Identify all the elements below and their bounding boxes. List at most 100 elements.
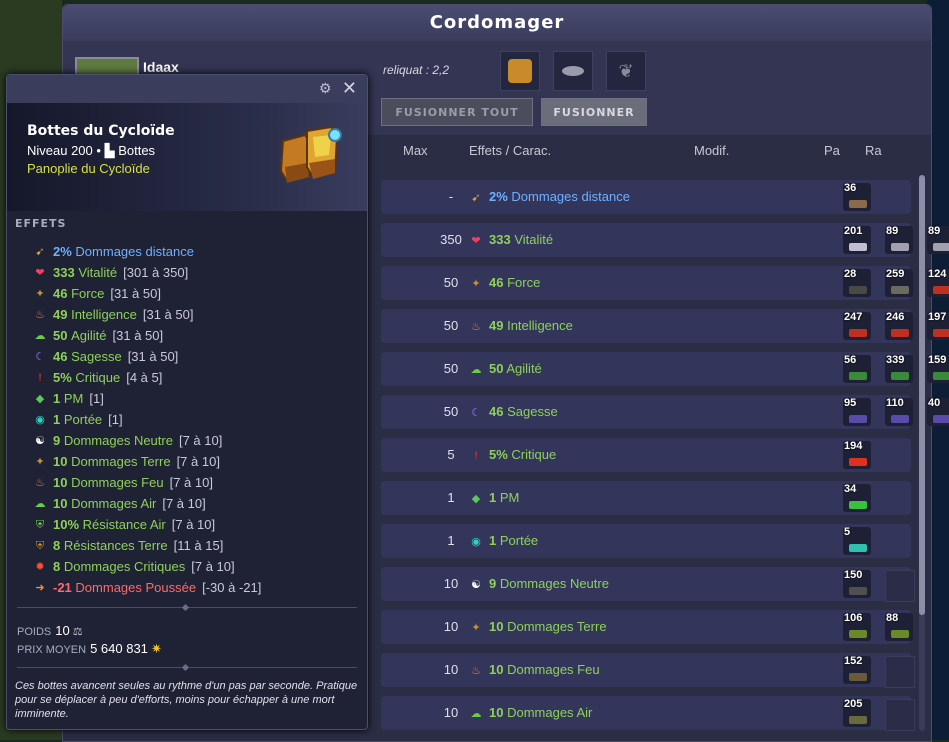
- rune-button[interactable]: 40: [927, 397, 949, 426]
- effect-value: 9: [489, 576, 497, 591]
- effect-label: Résistances Terre: [63, 538, 168, 553]
- rune-icon: [891, 243, 909, 251]
- rune-count: 34: [844, 483, 857, 495]
- rune-icon: [849, 415, 867, 423]
- item-slot[interactable]: [500, 51, 540, 91]
- effect-value: 1: [489, 533, 497, 548]
- wisdom-icon: ☾: [35, 350, 45, 363]
- rune-count: 247: [844, 311, 863, 323]
- rune-icon: [891, 286, 909, 294]
- earth-resist-icon: ⛨: [35, 539, 45, 552]
- close-icon[interactable]: ✕: [342, 79, 357, 97]
- rune-button[interactable]: 259: [885, 268, 913, 297]
- rune-button[interactable]: 194: [843, 440, 871, 469]
- effect-cell: ☁ 10 Dommages Air: [469, 705, 593, 721]
- tooltip-header: Bottes du Cycloïde Niveau 200 • ▙ Bottes…: [7, 103, 367, 211]
- critical-icon: !: [38, 371, 42, 384]
- table-row[interactable]: 5! 5% Critique 194: [381, 438, 911, 472]
- rune-button[interactable]: 124: [927, 268, 949, 297]
- table-row[interactable]: - ➹ 2% Dommages distance 36: [381, 180, 911, 214]
- gear-icon[interactable]: ⚙: [319, 81, 333, 95]
- table-row[interactable]: 1 ◆ 1 PM 34: [381, 481, 911, 515]
- potion-slot[interactable]: ❦: [606, 51, 646, 91]
- table-row[interactable]: 10 ☯ 9 Dommages Neutre 150: [381, 567, 915, 602]
- scroll-thumb[interactable]: [919, 175, 925, 615]
- effect-cell: ❤ 333 Vitalité: [469, 232, 553, 248]
- rune-button[interactable]: 89: [885, 225, 913, 254]
- rune-button[interactable]: 247: [843, 311, 871, 340]
- item-set-link[interactable]: Panoplie du Cycloïde: [27, 161, 150, 176]
- effect-value: 1: [53, 412, 61, 427]
- effect-value: 5%: [489, 447, 508, 462]
- table-row[interactable]: 50 ✦ 46 Force 28 259 124: [381, 266, 949, 300]
- fuse-all-button[interactable]: FUSIONNER TOUT: [381, 98, 533, 126]
- rune-count: 36: [844, 182, 857, 194]
- rune-button[interactable]: 197: [927, 311, 949, 340]
- item-name: Bottes du Cycloïde: [27, 123, 175, 139]
- rune-empty-slot: [885, 570, 915, 602]
- effect-value: 50: [489, 361, 504, 376]
- rune-icon: [891, 329, 909, 337]
- rune-button[interactable]: 339: [885, 354, 913, 383]
- effect-cell: ✦ 46 Force: [469, 275, 540, 291]
- air-icon: ☁: [470, 364, 482, 376]
- bow-icon: ➹: [471, 192, 481, 204]
- rune-button[interactable]: 106: [843, 612, 871, 641]
- scrollbar[interactable]: [919, 175, 925, 731]
- divider: [17, 667, 357, 668]
- rune-icon: [891, 630, 909, 638]
- rune-button[interactable]: 28: [843, 268, 871, 297]
- table-row[interactable]: 1 ◉ 1 Portée 5: [381, 524, 911, 558]
- table-row[interactable]: 10 ✦ 10 Dommages Terre 106 88: [381, 610, 913, 644]
- table-row[interactable]: 10 ☁ 10 Dommages Air 205: [381, 696, 915, 731]
- rune-button[interactable]: 36: [843, 182, 871, 211]
- rune-button[interactable]: 150: [843, 569, 871, 598]
- effect-range: [7 à 10]: [176, 454, 220, 469]
- table-row[interactable]: 50 ☾ 46 Sagesse 95 110 40: [381, 395, 949, 429]
- rune-button[interactable]: 5: [843, 526, 871, 555]
- rune-button[interactable]: 95: [843, 397, 871, 426]
- column-pa: Pa: [824, 143, 840, 158]
- rune-button[interactable]: 201: [843, 225, 871, 254]
- tooltip-effect: ☯ 9 Dommages Neutre [7 à 10]: [33, 430, 261, 451]
- rune-button[interactable]: 34: [843, 483, 871, 512]
- table-row[interactable]: 10 ♨ 10 Dommages Feu 152: [381, 653, 915, 688]
- rune-button[interactable]: 56: [843, 354, 871, 383]
- rune-icon: [849, 544, 867, 552]
- rune-button[interactable]: 88: [885, 612, 913, 641]
- rune-icon: [849, 673, 867, 681]
- tooltip-effect: ⛨ 10% Résistance Air [7 à 10]: [33, 514, 261, 535]
- rune-button[interactable]: 205: [843, 698, 871, 727]
- crit-damage-icon: ✹: [35, 560, 45, 573]
- effect-label: Sagesse: [71, 349, 122, 364]
- effect-range: [31 à 50]: [110, 286, 161, 301]
- effect-label: Force: [71, 286, 105, 301]
- tooltip-effect: ⛨ 8 Résistances Terre [11 à 15]: [33, 535, 261, 556]
- rune-button[interactable]: 246: [885, 311, 913, 340]
- rune-button[interactable]: 110: [885, 397, 913, 426]
- effect-range: [1]: [108, 412, 123, 427]
- effect-value: 9: [53, 433, 61, 448]
- earth-icon: ✦: [35, 287, 45, 300]
- price-label: PRIX MOYEN: [17, 644, 87, 656]
- effect-range: [31 à 50]: [112, 328, 164, 343]
- weight-icon: ⚖: [72, 626, 83, 638]
- heart-icon: ❤: [471, 235, 481, 247]
- effect-cell: ✦ 10 Dommages Terre: [469, 619, 606, 635]
- effect-label: Dommages Feu: [507, 662, 600, 677]
- table-row[interactable]: 50 ☁ 50 Agilité 56 339 159: [381, 352, 949, 386]
- wisdom-icon: ☾: [471, 407, 481, 419]
- rune-button[interactable]: 152: [843, 655, 871, 684]
- bullet-separator: •: [96, 143, 105, 158]
- fuse-button[interactable]: FUSIONNER: [541, 98, 647, 126]
- rune-slot[interactable]: [553, 51, 593, 91]
- table-row[interactable]: 50 ♨ 49 Intelligence 247 246 197: [381, 309, 949, 343]
- column-ra: Ra: [865, 143, 882, 158]
- rune-button[interactable]: 89: [927, 225, 949, 254]
- fire-icon: ♨: [35, 476, 45, 489]
- table-row[interactable]: 350 ❤ 333 Vitalité 201 89 89: [381, 223, 949, 257]
- rune-button[interactable]: 159: [927, 354, 949, 383]
- rune-count: 150: [844, 569, 863, 581]
- window-title[interactable]: Cordomager: [63, 5, 931, 41]
- effect-value: 5%: [53, 370, 72, 385]
